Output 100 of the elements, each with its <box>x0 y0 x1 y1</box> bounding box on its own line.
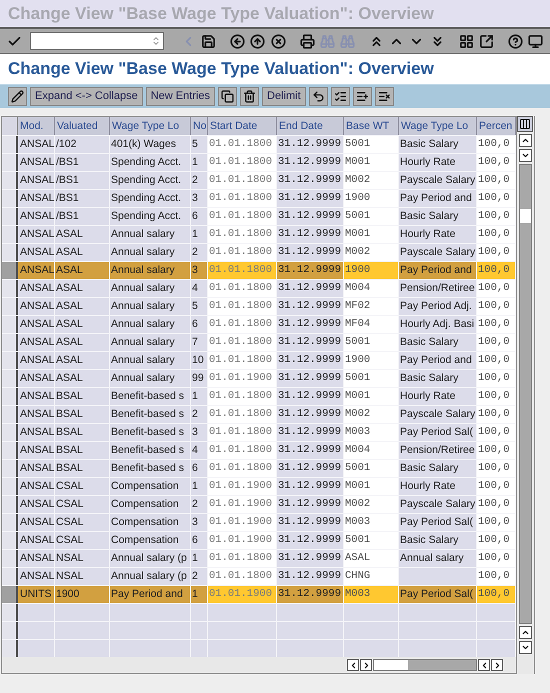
table-cell-text: Compensation <box>111 532 179 548</box>
scroll-up-button[interactable] <box>519 626 532 639</box>
horizontal-scrollbar[interactable] <box>373 659 477 671</box>
table-cell-text: Pay Period Adj. <box>400 298 472 314</box>
row-selector[interactable] <box>2 190 18 207</box>
row-selector[interactable] <box>2 622 18 639</box>
row-selector[interactable] <box>2 460 18 477</box>
scroll-down-button[interactable] <box>519 641 532 654</box>
row-selector[interactable] <box>2 514 18 531</box>
copy-icon[interactable] <box>218 87 238 106</box>
table-cell-text: ASAL <box>56 298 83 314</box>
row-selector[interactable] <box>2 280 18 297</box>
table-cell-text: ANSAL <box>20 316 54 332</box>
row-selector[interactable] <box>2 298 18 315</box>
row-selector[interactable] <box>2 334 18 351</box>
column-header[interactable]: End Date <box>277 117 344 135</box>
table-cell-text: ANSAL <box>20 334 54 350</box>
table-cell-text: ANSAL <box>20 280 54 296</box>
column-header[interactable]: Wage Type Lo <box>399 117 477 135</box>
table-cell-text: Hourly Rate <box>400 154 456 170</box>
row-selector[interactable] <box>2 226 18 243</box>
scroll-right-button[interactable] <box>360 659 372 671</box>
layout-icon[interactable] <box>457 32 475 50</box>
caret-up-icon <box>521 628 530 637</box>
row-selector[interactable] <box>2 352 18 369</box>
row-selector[interactable] <box>2 136 18 153</box>
table-cell-text: Annual salary (p <box>111 568 187 584</box>
row-selector[interactable] <box>2 568 18 585</box>
trash-icon[interactable] <box>240 87 260 106</box>
table-cell-text: Annual salary <box>111 226 175 242</box>
table-cell-text: 31.12.9999 <box>278 298 342 314</box>
table-cell-text: Annual salary <box>400 550 464 566</box>
row-selector[interactable] <box>2 262 18 279</box>
row-selector[interactable] <box>2 244 18 261</box>
row-selector[interactable] <box>2 316 18 333</box>
row-selector[interactable] <box>2 370 18 387</box>
column-header[interactable]: Valuated <box>55 117 110 135</box>
table-cell-text: 31.12.9999 <box>278 352 342 368</box>
column-header[interactable]: Wage Type Lo <box>110 117 191 135</box>
column-header[interactable]: Percen <box>477 117 516 135</box>
back-icon[interactable] <box>229 32 246 50</box>
list-plus-icon[interactable] <box>352 87 372 106</box>
scroll-down-button[interactable] <box>519 149 532 162</box>
row-selector[interactable] <box>2 442 18 459</box>
row-selector[interactable] <box>2 532 18 549</box>
table-cell-text: 6 <box>192 532 198 548</box>
window-title: Change View "Base Wage Type Valuation": Overview <box>8 2 434 25</box>
scroll-right-button[interactable] <box>491 659 503 671</box>
table-cell-text: Benefit-based s <box>111 424 184 440</box>
row-selector[interactable] <box>2 496 18 513</box>
toolbar-button[interactable]: New Entries <box>146 87 216 106</box>
toolbar-button[interactable]: Expand <-> Collapse <box>30 87 143 106</box>
table-cell-text: 31.12.9999 <box>278 514 342 530</box>
table-cell-text: 1 <box>192 154 198 170</box>
table-cell-text: ANSAL <box>20 442 54 458</box>
column-header[interactable]: No <box>191 117 208 135</box>
table-cell-text: Spending Acct. <box>111 208 182 224</box>
table-cell-text: 4 <box>192 442 198 458</box>
row-selector[interactable] <box>2 172 18 189</box>
undo-icon[interactable] <box>308 87 328 106</box>
command-field[interactable] <box>30 32 164 50</box>
list-check-icon[interactable] <box>330 87 350 106</box>
column-header[interactable]: Base WT <box>344 117 399 135</box>
vertical-scrollbar[interactable] <box>519 164 532 624</box>
up-icon[interactable] <box>249 32 266 50</box>
table-cell-text: 31.12.9999 <box>278 370 342 386</box>
scroll-up-button[interactable] <box>519 134 532 147</box>
table-cell-text: Hourly Rate <box>400 478 456 494</box>
table-cell-text: BSAL <box>56 424 83 440</box>
row-selector[interactable] <box>2 640 18 657</box>
save-icon[interactable] <box>200 32 218 50</box>
shortcut-icon[interactable] <box>478 32 495 50</box>
monitor-icon[interactable] <box>526 32 544 50</box>
table-cell-text: 31.12.9999 <box>278 136 342 152</box>
row-selector[interactable] <box>2 388 18 405</box>
toolbar-button[interactable]: Delimit <box>262 87 306 106</box>
print-icon[interactable] <box>298 32 316 50</box>
row-selector[interactable] <box>2 154 18 171</box>
row-selector[interactable] <box>2 478 18 495</box>
row-selector[interactable] <box>2 550 18 567</box>
cancel-icon[interactable] <box>269 32 287 50</box>
row-selector[interactable] <box>2 406 18 423</box>
table-cell-text: 31.12.9999 <box>278 280 342 296</box>
table-cell-text: ANSAL <box>20 388 54 404</box>
scroll-left-button[interactable] <box>478 659 490 671</box>
row-selector[interactable] <box>2 604 18 621</box>
table-cell-text: 2 <box>192 496 198 512</box>
table-cell-text: CSAL <box>56 514 84 530</box>
pencil-icon[interactable] <box>8 87 27 106</box>
row-selector[interactable] <box>2 208 18 225</box>
column-header[interactable]: Start Date <box>208 117 277 135</box>
row-selector[interactable] <box>2 586 18 603</box>
table-cell-text: 31.12.9999 <box>278 154 342 170</box>
column-header[interactable]: Mod. <box>18 117 55 135</box>
list-x-icon[interactable] <box>374 87 394 106</box>
row-selector[interactable] <box>2 424 18 441</box>
help-icon[interactable] <box>506 32 524 50</box>
table-cell-text: Hourly Rate <box>400 226 456 242</box>
column-settings-icon[interactable] <box>517 116 533 132</box>
scroll-left-button[interactable] <box>347 659 359 671</box>
